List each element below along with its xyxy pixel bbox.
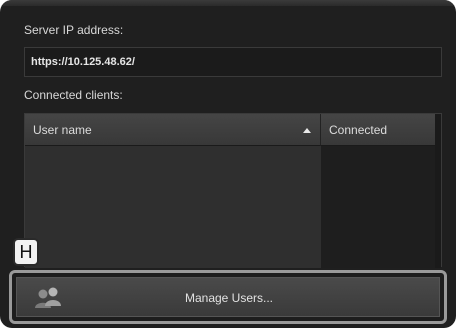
column-header-user-name[interactable]: User name: [25, 114, 321, 146]
column-header-connected-label: Connected: [329, 123, 388, 137]
column-header-user-name-label: User name: [33, 123, 92, 137]
manage-users-button[interactable]: Manage Users...: [16, 277, 440, 317]
panel-top-edge: [0, 0, 456, 6]
sort-ascending-icon: [303, 128, 311, 133]
manage-users-highlight: Manage Users...: [9, 270, 447, 324]
server-ip-label: Server IP address:: [24, 23, 124, 37]
table-scrollbar-area: [435, 114, 441, 268]
callout-marker: H: [13, 238, 39, 266]
server-ip-field[interactable]: https://10.125.48.62/: [24, 47, 442, 77]
manage-users-label: Manage Users...: [184, 291, 274, 305]
server-panel: Server IP address: https://10.125.48.62/…: [0, 0, 456, 328]
clients-table[interactable]: User name Connected: [24, 113, 442, 268]
column-header-connected[interactable]: Connected: [321, 114, 435, 146]
connected-clients-label: Connected clients:: [24, 88, 123, 102]
